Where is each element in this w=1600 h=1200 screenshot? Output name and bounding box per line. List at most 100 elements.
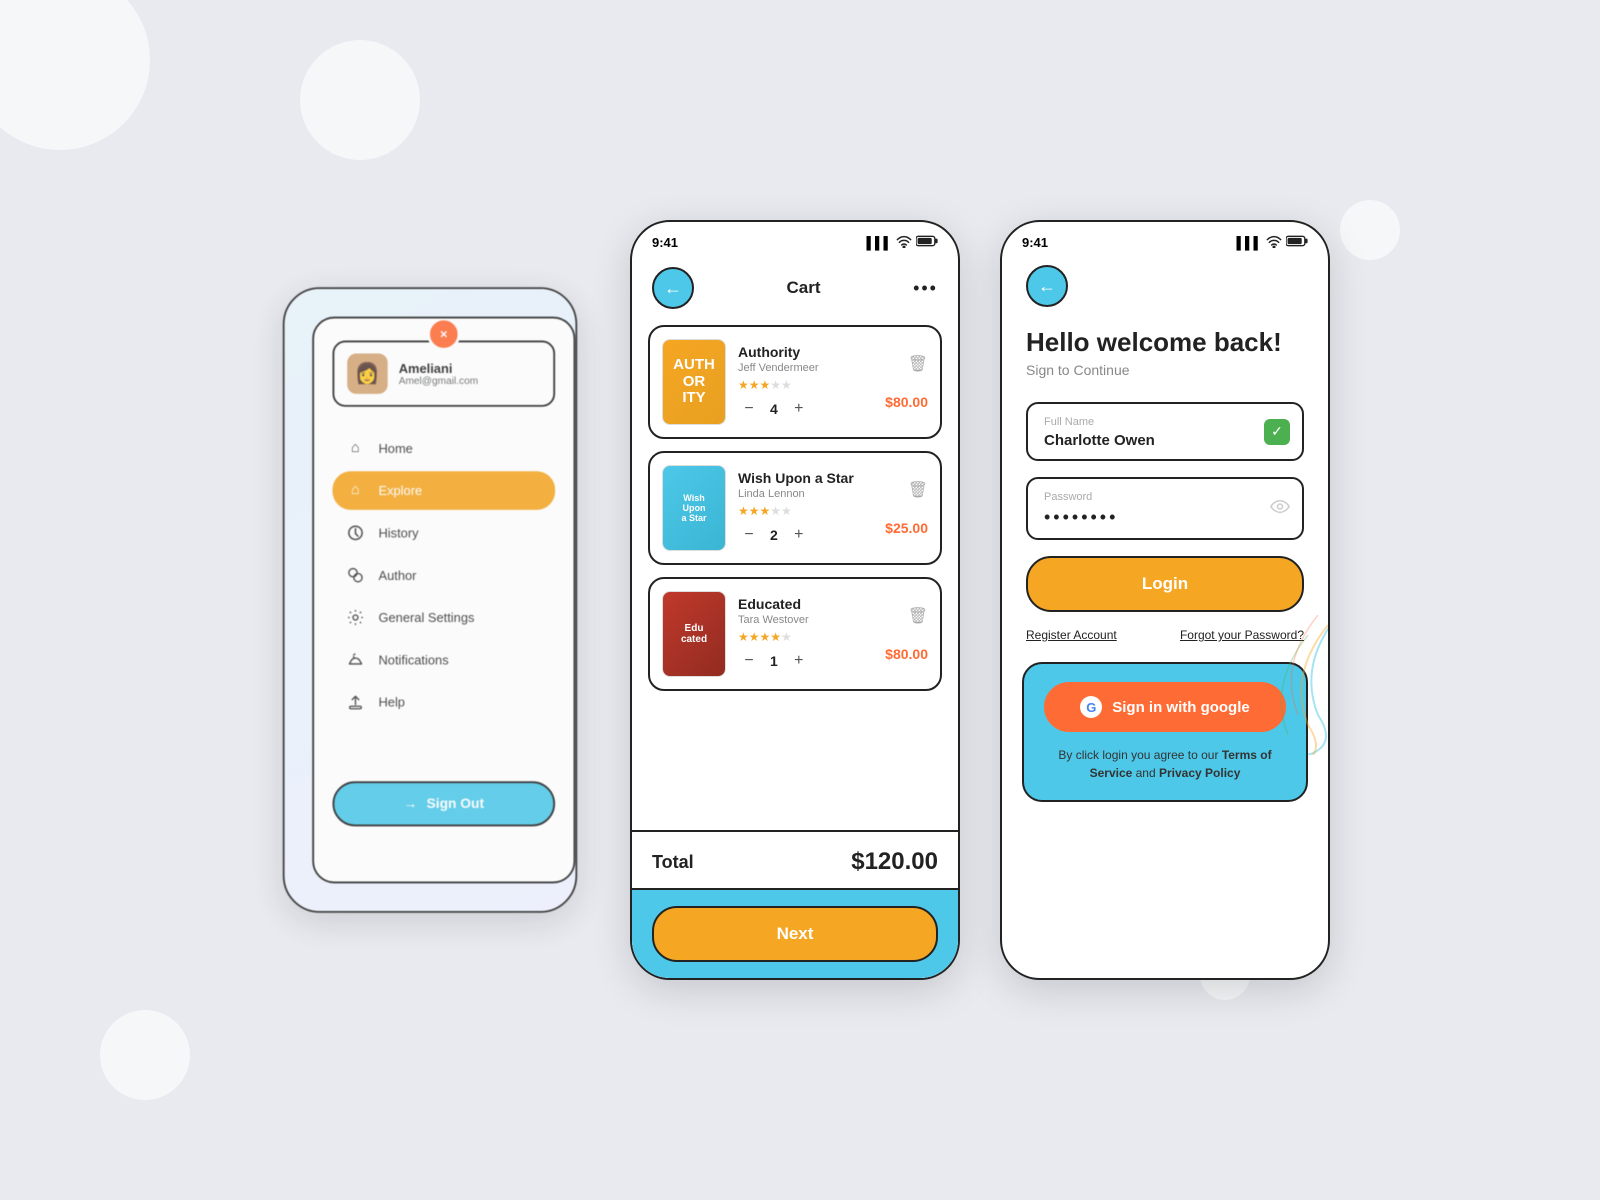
more-options-button[interactable]: ••• xyxy=(913,278,938,299)
book-cover-wishstar: WishUpona Star xyxy=(662,465,726,551)
sidebar-item-notifications[interactable]: Notifications xyxy=(332,640,555,679)
qty-control: − 1 + xyxy=(738,650,873,672)
cart-item: Educated Educated Tara Westover ★★★★★ − … xyxy=(648,577,942,691)
cart-item: WishUpona Star Wish Upon a Star Linda Le… xyxy=(648,451,942,565)
check-icon: ✓ xyxy=(1264,419,1290,445)
delete-item-button[interactable]: 🗑 xyxy=(908,480,928,500)
sidebar-item-history[interactable]: History xyxy=(332,514,555,553)
sidebar-close-button[interactable]: × xyxy=(427,318,460,351)
sidebar-item-explore[interactable]: ⌂ Explore xyxy=(332,471,555,510)
sidebar-item-label: Help xyxy=(378,695,404,710)
item-price: $25.00 xyxy=(885,520,928,536)
signal-icon: ▌▌▌ xyxy=(866,236,892,250)
sidebar-item-help[interactable]: Help xyxy=(332,683,555,722)
fullname-label: Full Name xyxy=(1044,416,1286,428)
item-right: 🗑 $25.00 xyxy=(885,480,928,536)
signout-button[interactable]: → Sign Out xyxy=(332,781,555,826)
password-field[interactable]: Password •••••••• xyxy=(1026,477,1304,540)
qty-value: 2 xyxy=(770,527,778,543)
qty-control: − 4 + xyxy=(738,398,873,420)
mid-phone: 9:41 ▌▌▌ xyxy=(630,220,960,980)
decrease-qty-button[interactable]: − xyxy=(738,398,760,420)
back-button[interactable]: ← xyxy=(652,267,694,309)
terms-highlight2: Privacy Policy xyxy=(1159,766,1240,780)
back-button[interactable]: ← xyxy=(1026,265,1068,307)
item-right: 🗑 $80.00 xyxy=(885,354,928,410)
explore-icon: ⌂ xyxy=(345,480,365,500)
battery-icon xyxy=(1286,235,1308,250)
cart-title: Cart xyxy=(787,278,821,298)
book-cover-educated: Educated xyxy=(662,591,726,677)
status-icons: ▌▌▌ xyxy=(866,234,938,251)
sidebar-item-label: History xyxy=(378,525,418,540)
user-email: Amel@gmail.com xyxy=(399,376,478,387)
right-phone: 9:41 ▌▌▌ xyxy=(1000,220,1330,980)
qty-value: 1 xyxy=(770,653,778,669)
sidebar-item-label: Explore xyxy=(378,483,422,498)
delete-item-button[interactable]: 🗑 xyxy=(908,354,928,374)
fullname-field[interactable]: Full Name Charlotte Owen xyxy=(1026,402,1304,461)
signout-label: Sign Out xyxy=(427,796,485,812)
next-button[interactable]: Next xyxy=(652,906,938,962)
login-content: ← Hello welcome back! Sign to Continue F… xyxy=(1002,255,1328,978)
google-icon: G xyxy=(1080,696,1102,718)
fullname-field-group: Full Name Charlotte Owen ✓ xyxy=(1026,402,1304,461)
user-info: Ameliani Amel@gmail.com xyxy=(399,361,478,387)
item-price: $80.00 xyxy=(885,646,928,662)
book-cover-authority: AUTHORITY xyxy=(662,339,726,425)
total-label: Total xyxy=(652,852,694,873)
item-right: 🗑 $80.00 xyxy=(885,606,928,662)
fullname-value: Charlotte Owen xyxy=(1044,432,1286,449)
qty-control: − 2 + xyxy=(738,524,873,546)
cart-items-list: AUTHORITY Authority Jeff Vendermeer ★★★★… xyxy=(632,317,958,830)
signal-icon: ▌▌▌ xyxy=(1236,236,1262,250)
book-info: Authority Jeff Vendermeer ★★★★★ − 4 + xyxy=(738,344,873,420)
book-title: Wish Upon a Star xyxy=(738,470,873,486)
terms-text2: and xyxy=(1132,766,1159,780)
wifi-icon xyxy=(896,234,912,251)
sign-subtitle: Sign to Continue xyxy=(1026,362,1304,378)
increase-qty-button[interactable]: + xyxy=(788,650,810,672)
terms-text: By click login you agree to our Terms of… xyxy=(1044,746,1286,782)
status-icons: ▌▌▌ xyxy=(1236,234,1308,251)
item-price: $80.00 xyxy=(885,394,928,410)
total-row: Total $120.00 xyxy=(632,832,958,888)
cart-item: AUTHORITY Authority Jeff Vendermeer ★★★★… xyxy=(648,325,942,439)
increase-qty-button[interactable]: + xyxy=(788,524,810,546)
increase-qty-button[interactable]: + xyxy=(788,398,810,420)
book-title: Authority xyxy=(738,344,873,360)
sidebar-item-author[interactable]: Author xyxy=(332,556,555,595)
password-value: •••••••• xyxy=(1044,507,1286,528)
google-signin-button[interactable]: G Sign in with google xyxy=(1044,682,1286,732)
register-link[interactable]: Register Account xyxy=(1026,628,1117,642)
user-name: Ameliani xyxy=(399,361,478,376)
phones-container: × 👩 Ameliani Amel@gmail.com ⌂ Home xyxy=(270,220,1330,980)
welcome-title: Hello welcome back! xyxy=(1026,327,1304,358)
sidebar-item-label: Home xyxy=(378,441,412,456)
history-icon xyxy=(345,523,365,543)
settings-icon xyxy=(345,607,365,627)
home-icon: ⌂ xyxy=(345,438,365,458)
delete-item-button[interactable]: 🗑 xyxy=(908,606,928,626)
sidebar-item-label: General Settings xyxy=(378,610,474,625)
book-info: Educated Tara Westover ★★★★★ − 1 + xyxy=(738,596,873,672)
time: 9:41 xyxy=(1022,235,1048,250)
forgot-password-link[interactable]: Forgot your Password? xyxy=(1180,628,1304,642)
eye-icon[interactable] xyxy=(1270,499,1290,518)
login-button[interactable]: Login xyxy=(1026,556,1304,612)
decrease-qty-button[interactable]: − xyxy=(738,650,760,672)
book-title: Educated xyxy=(738,596,873,612)
time: 9:41 xyxy=(652,235,678,250)
sidebar-item-settings[interactable]: General Settings xyxy=(332,598,555,637)
notifications-icon xyxy=(345,650,365,670)
sidebar-item-home[interactable]: ⌂ Home xyxy=(332,429,555,468)
left-phone: × 👩 Ameliani Amel@gmail.com ⌂ Home xyxy=(283,287,577,913)
book-rating: ★★★★★ xyxy=(738,630,873,644)
status-bar: 9:41 ▌▌▌ xyxy=(632,222,958,255)
next-section: Next xyxy=(632,888,958,978)
total-value: $120.00 xyxy=(851,848,938,876)
nav-items: ⌂ Home ⌂ Explore H xyxy=(332,429,555,772)
terms-text1: By click login you agree to our xyxy=(1058,748,1221,762)
cart-header: ← Cart ••• xyxy=(632,255,958,317)
decrease-qty-button[interactable]: − xyxy=(738,524,760,546)
